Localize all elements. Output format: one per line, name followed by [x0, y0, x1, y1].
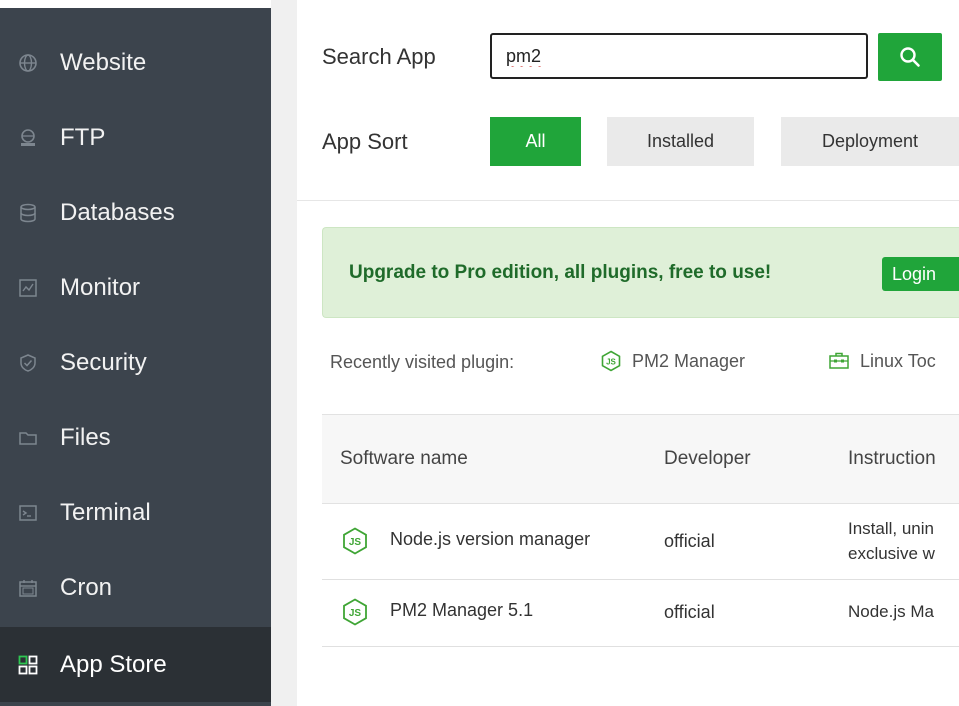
- column-software-name: Software name: [340, 448, 468, 469]
- instruction-line: Install, unin: [848, 519, 934, 538]
- nodejs-icon: JS: [343, 527, 367, 555]
- search-label: Search App: [322, 44, 436, 69]
- database-icon: [18, 203, 38, 223]
- recent-plugin-pm2-manager[interactable]: JS PM2 Manager: [600, 350, 745, 372]
- app-store-main: Search App App Sort All Installed Deploy…: [297, 0, 959, 706]
- instruction-line: Node.js Ma: [848, 602, 934, 621]
- svg-text:JS: JS: [606, 358, 616, 367]
- sidebar-item-terminal[interactable]: Terminal: [0, 475, 271, 550]
- terminal-icon: [18, 503, 38, 523]
- sidebar-item-app-store[interactable]: App Store: [0, 627, 271, 702]
- recent-plugin-linux-toc[interactable]: Linux Toc: [828, 350, 936, 372]
- svg-text:JS: JS: [349, 608, 362, 619]
- ftp-icon: [18, 128, 38, 148]
- app-grid-icon: [18, 655, 38, 675]
- sidebar-item-label: Databases: [60, 198, 175, 226]
- svg-text:JS: JS: [349, 537, 362, 548]
- sidebar-item-label: FTP: [60, 123, 106, 151]
- search-icon: [899, 46, 921, 68]
- login-button[interactable]: Login: [882, 257, 959, 291]
- sidebar-item-databases[interactable]: Databases: [0, 175, 271, 250]
- content-gutter: [271, 0, 297, 706]
- column-developer: Developer: [664, 448, 751, 469]
- sort-installed-button[interactable]: Installed: [607, 117, 754, 166]
- monitor-icon: [18, 278, 38, 298]
- sidebar-item-label: Terminal: [60, 498, 151, 526]
- sidebar-item-label: Files: [60, 423, 111, 451]
- nodejs-icon: JS: [343, 598, 367, 626]
- folder-icon: [18, 428, 38, 448]
- sidebar: Website FTP Databases Monitor Security F…: [0, 8, 271, 706]
- sidebar-item-ftp[interactable]: FTP: [0, 100, 271, 175]
- sidebar-item-files[interactable]: Files: [0, 400, 271, 475]
- sidebar-item-security[interactable]: Security: [0, 325, 271, 400]
- nodejs-icon: JS: [600, 350, 622, 372]
- table-row[interactable]: JS Node.js version manager official Inst…: [322, 503, 959, 580]
- sidebar-item-cron[interactable]: Cron: [0, 550, 271, 625]
- table-header: Software name Developer Instruction: [322, 414, 959, 504]
- recent-plugin-label: PM2 Manager: [632, 350, 746, 371]
- developer: official: [664, 602, 715, 622]
- software-name: Node.js version manager: [390, 529, 591, 549]
- recent-plugin-label: Linux Toc: [860, 350, 936, 371]
- table-row[interactable]: JS PM2 Manager 5.1 official Node.js Ma: [322, 580, 959, 647]
- search-input[interactable]: [490, 33, 868, 79]
- instruction-line: exclusive w: [848, 544, 935, 563]
- divider: [297, 200, 959, 201]
- developer: official: [664, 531, 715, 551]
- sort-deployment-button[interactable]: Deployment: [781, 117, 959, 166]
- banner-text: Upgrade to Pro edition, all plugins, fre…: [349, 262, 772, 283]
- sort-all-button[interactable]: All: [490, 117, 581, 166]
- globe-icon: [18, 53, 38, 73]
- sidebar-item-label: Cron: [60, 573, 113, 601]
- sidebar-item-website[interactable]: Website: [0, 25, 271, 100]
- sort-label: App Sort: [322, 129, 408, 154]
- sidebar-item-label: Security: [60, 348, 147, 376]
- sidebar-item-label: Monitor: [60, 273, 141, 301]
- sidebar-item-label: Website: [60, 48, 147, 76]
- sidebar-item-label: App Store: [60, 650, 167, 678]
- sidebar-item-monitor[interactable]: Monitor: [0, 250, 271, 325]
- recent-plugins-label: Recently visited plugin:: [330, 352, 515, 372]
- software-name: PM2 Manager 5.1: [390, 600, 534, 620]
- column-instruction: Instruction: [848, 448, 936, 469]
- shield-icon: [18, 353, 38, 373]
- calendar-icon: [18, 578, 38, 598]
- pro-upgrade-banner: Upgrade to Pro edition, all plugins, fre…: [322, 227, 959, 318]
- toolbox-icon: [828, 350, 850, 372]
- search-button[interactable]: [878, 33, 942, 81]
